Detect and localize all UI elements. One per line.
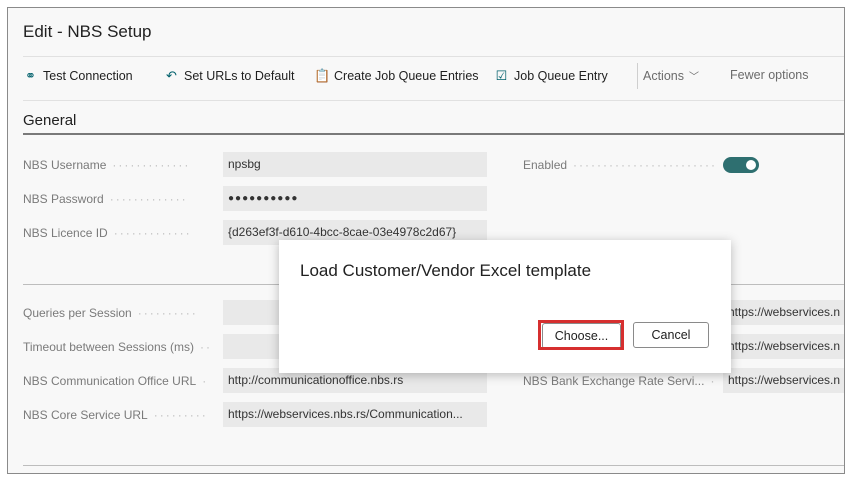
bank-rate-label: NBS Bank Exchange Rate Servi... · — [523, 374, 717, 388]
dialog-title: Load Customer/Vendor Excel template — [300, 261, 592, 280]
username-field[interactable]: npsbg — [223, 152, 487, 177]
clipboard-icon: 📋 — [314, 68, 331, 83]
cancel-button[interactable]: Cancel — [633, 322, 709, 348]
comm-office-label: NBS Communication Office URL · — [23, 374, 209, 388]
licence-label: NBS Licence ID ············· — [23, 226, 192, 240]
actions-menu[interactable]: Actions ﹀ — [643, 68, 699, 84]
url-field-2[interactable]: https://webservices.n — [723, 334, 844, 359]
undo-icon: ↶ — [166, 68, 177, 83]
core-service-label: NBS Core Service URL ········· — [23, 408, 208, 422]
username-label: NBS Username ············· — [23, 158, 191, 172]
job-queue-entry-button[interactable]: ☑ Job Queue Entry — [494, 68, 608, 84]
password-label: NBS Password ············· — [23, 192, 188, 206]
highlight-box — [538, 320, 624, 350]
divider — [23, 100, 844, 101]
url-field-1[interactable]: https://webservices.n — [723, 300, 844, 325]
queries-label: Queries per Session ·········· — [23, 306, 198, 320]
core-service-field[interactable]: https://webservices.nbs.rs/Communication… — [223, 402, 487, 427]
divider — [23, 465, 844, 466]
section-title-general[interactable]: General — [23, 112, 76, 129]
job-queue-entry-label: Job Queue Entry — [514, 69, 608, 83]
divider — [23, 56, 844, 57]
enabled-toggle[interactable] — [723, 157, 759, 173]
section-underline — [23, 133, 844, 135]
link-icon: ⚭ — [25, 68, 36, 83]
page-title: Edit - NBS Setup — [23, 22, 152, 41]
fewer-options-label: Fewer options — [730, 68, 809, 82]
set-urls-default-button[interactable]: ↶ Set URLs to Default — [164, 68, 294, 84]
toggle-knob — [746, 160, 756, 170]
chevron-down-icon: ﹀ — [689, 72, 699, 83]
test-connection-label: Test Connection — [43, 69, 133, 83]
enabled-label: Enabled ························ — [523, 158, 717, 172]
toolbar-separator — [637, 63, 638, 89]
create-job-queue-label: Create Job Queue Entries — [334, 69, 479, 83]
timeout-label: Timeout between Sessions (ms) ·· — [23, 340, 212, 354]
create-job-queue-button[interactable]: 📋 Create Job Queue Entries — [314, 68, 479, 84]
bank-rate-field[interactable]: https://webservices.n — [723, 368, 844, 393]
task-icon: ☑ — [495, 68, 508, 83]
fewer-options-button[interactable]: Fewer options — [730, 68, 809, 82]
load-template-dialog: Load Customer/Vendor Excel template Choo… — [279, 240, 731, 373]
actions-label: Actions — [643, 68, 684, 83]
password-field[interactable]: ●●●●●●●●●● — [223, 186, 487, 211]
test-connection-button[interactable]: ⚭ Test Connection — [23, 68, 133, 84]
set-urls-default-label: Set URLs to Default — [184, 69, 295, 83]
